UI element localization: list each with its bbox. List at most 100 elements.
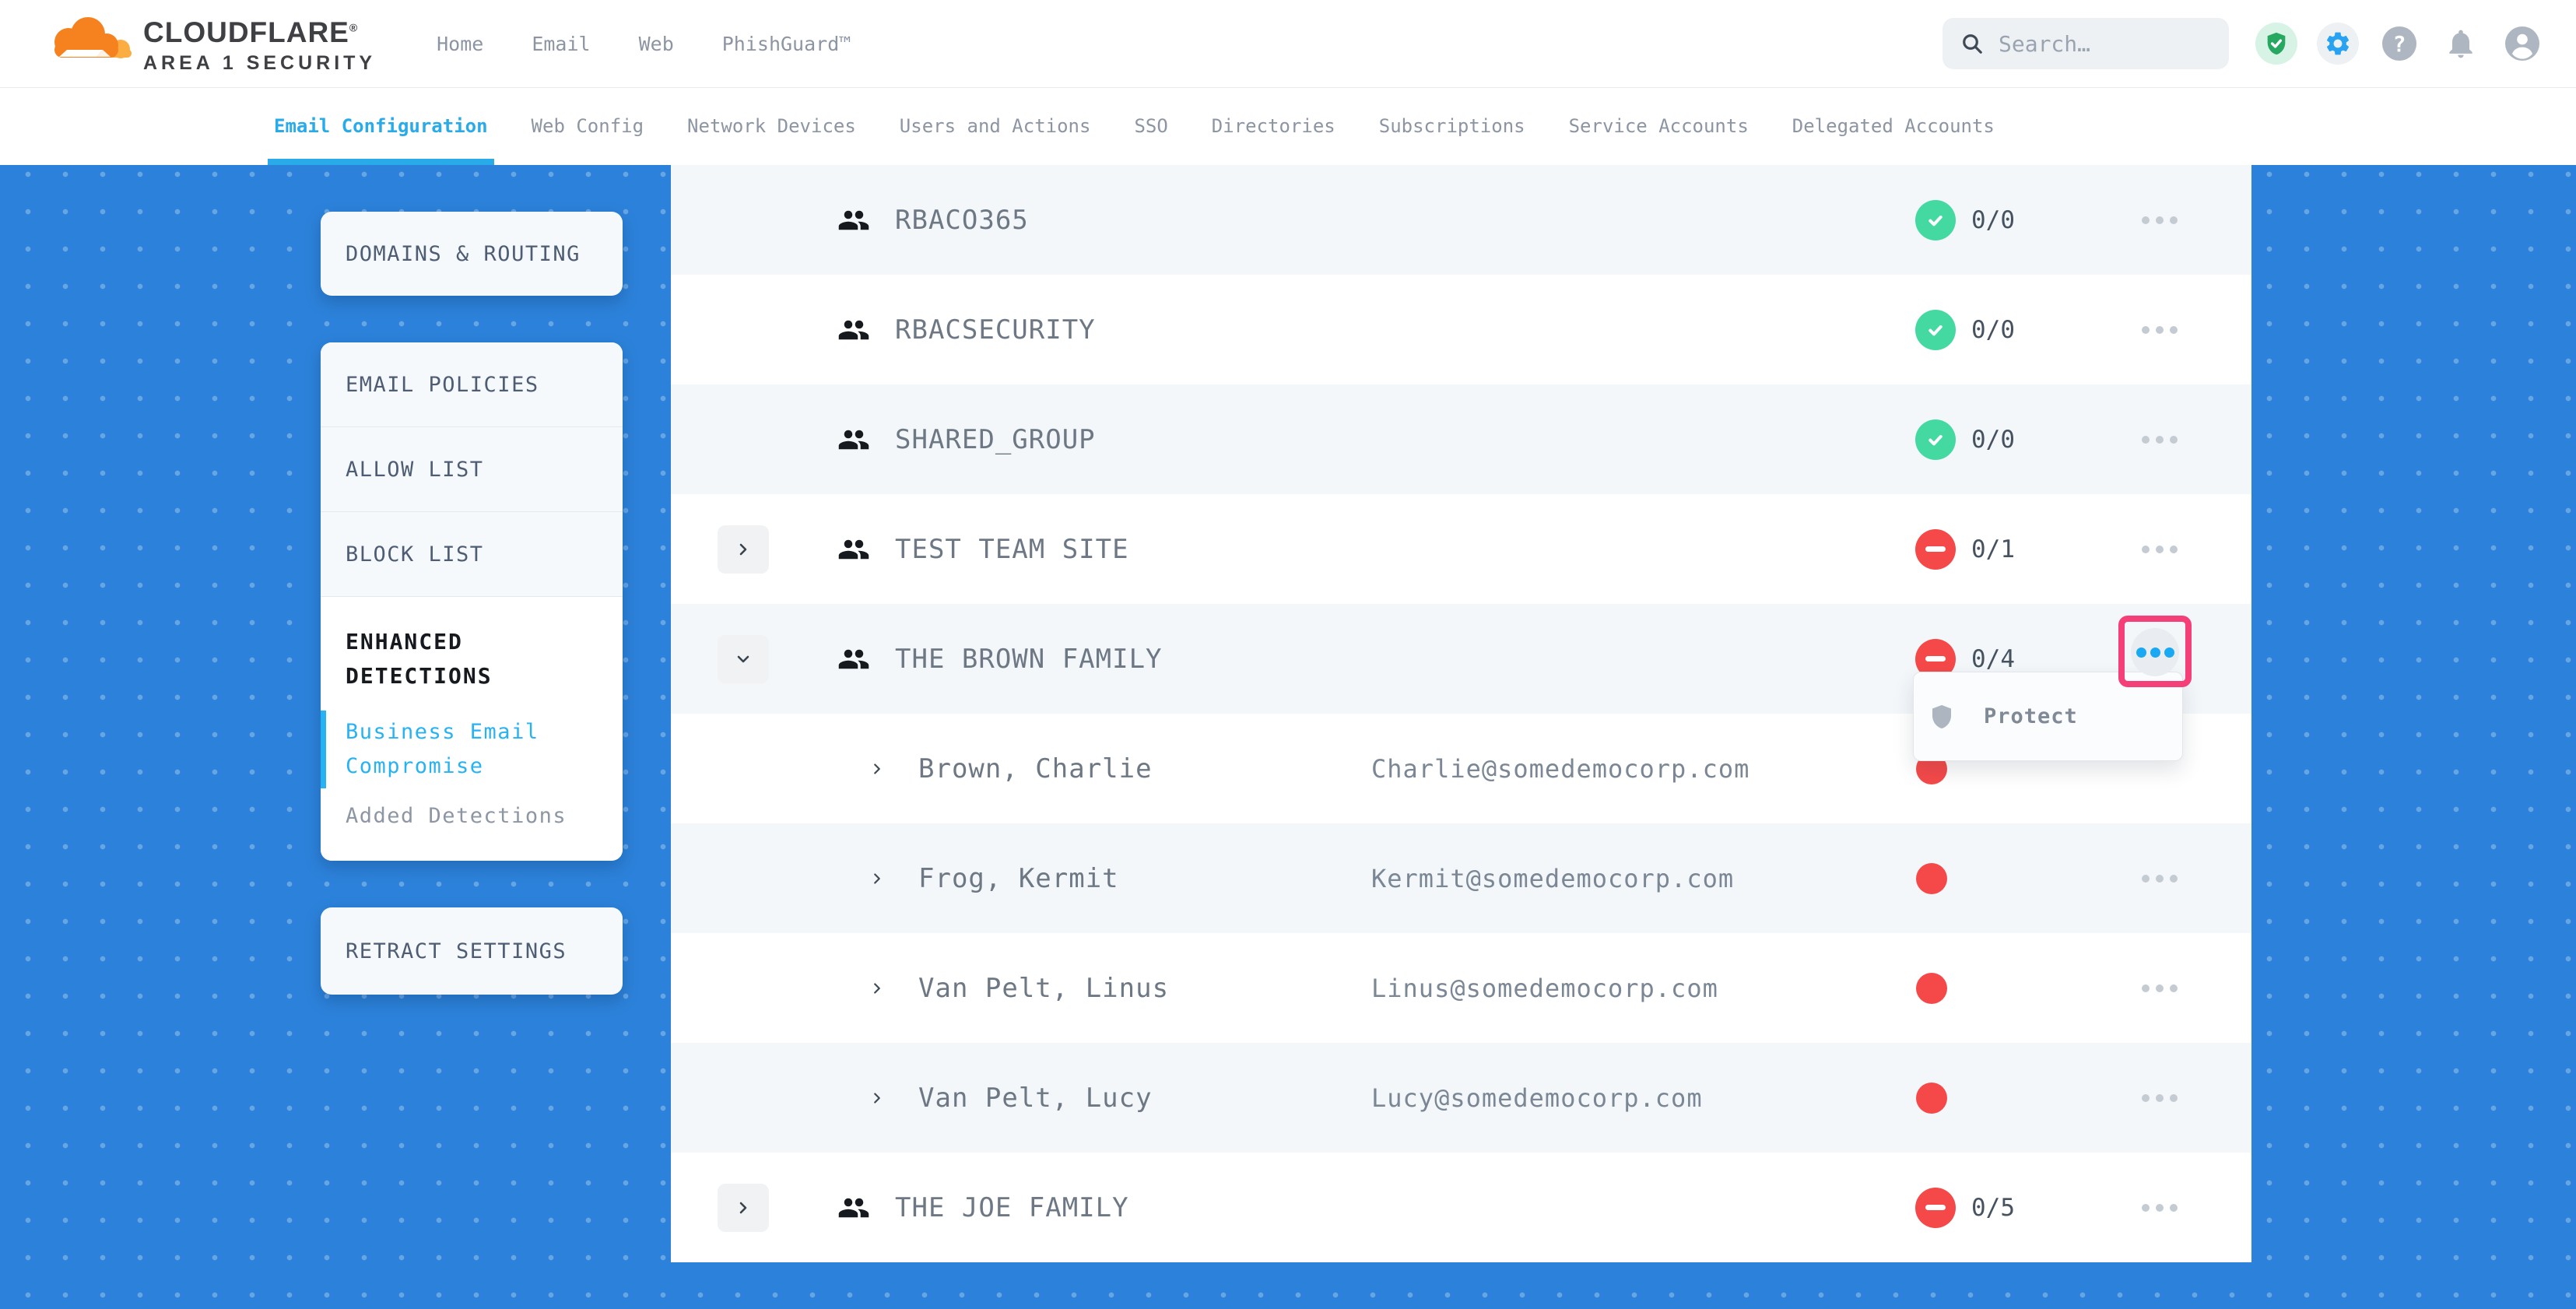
status-unprotected-dot [1916, 1083, 1947, 1114]
group-icon [837, 423, 870, 456]
group-row[interactable]: THE JOE FAMILY 0/5 [671, 1153, 2251, 1262]
group-icon [837, 1191, 870, 1224]
group-icon [837, 643, 870, 676]
sidebar-item-block-list[interactable]: BLOCK LIST [321, 512, 623, 597]
tab-users-and-actions[interactable]: Users and Actions [900, 87, 1091, 165]
group-row[interactable]: TEST TEAM SITE 0/1 [671, 494, 2251, 604]
sidebar-item-label: ALLOW LIST [346, 458, 484, 482]
status-unprotected-dot [1916, 973, 1947, 1004]
member-name: Frog, Kermit [918, 863, 1119, 894]
row-context-menu: Protect [1913, 672, 2183, 761]
sidebar-item-label: BLOCK LIST [346, 542, 484, 567]
group-row[interactable]: RBACSECURITY 0/0 [671, 275, 2251, 384]
sidebar-item-domains-routing[interactable]: DOMAINS & ROUTING [321, 212, 623, 296]
protected-count: 0/1 [1971, 535, 2015, 563]
status-protected-icon [1915, 200, 1956, 240]
tab-email-configuration[interactable]: Email Configuration [274, 87, 488, 165]
chevron-right-icon [869, 760, 886, 777]
config-tabs: Email Configuration Web Config Network D… [0, 87, 2576, 165]
group-icon [837, 314, 870, 346]
member-email: Charlie@somedemocorp.com [1371, 754, 1750, 784]
member-email: Linus@somedemocorp.com [1371, 974, 1718, 1003]
chevron-right-icon [734, 1198, 753, 1217]
nav-email[interactable]: Email [532, 33, 590, 55]
account-icon[interactable] [2501, 23, 2543, 65]
registered-mark: ® [349, 21, 358, 33]
status-unprotected-icon [1915, 529, 1956, 570]
search-input[interactable] [1997, 30, 2212, 58]
tab-sso[interactable]: SSO [1134, 87, 1167, 165]
nav-web[interactable]: Web [639, 33, 674, 55]
row-menu-button[interactable] [2139, 318, 2181, 342]
tab-service-accounts[interactable]: Service Accounts [1569, 87, 1749, 165]
sidebar-item-retract-settings[interactable]: RETRACT SETTINGS [321, 907, 623, 995]
brand-subtitle: AREA 1 SECURITY [143, 54, 376, 73]
row-menu-button[interactable] [2139, 977, 2181, 1000]
chevron-down-icon [734, 650, 753, 669]
group-icon [837, 533, 870, 566]
protected-count: 0/0 [1971, 206, 2015, 234]
member-row[interactable]: Frog, Kermit Kermit@somedemocorp.com [671, 823, 2251, 933]
sidebar-item-enhanced-detections[interactable]: ENHANCED DETECTIONS [346, 625, 595, 693]
group-name: THE JOE FAMILY [895, 1192, 1129, 1223]
search-icon [1960, 31, 1985, 56]
sidebar-item-allow-list[interactable]: ALLOW LIST [321, 427, 623, 512]
status-unprotected-dot [1916, 863, 1947, 894]
group-name: RBACSECURITY [895, 314, 1096, 346]
member-name: Van Pelt, Linus [918, 973, 1169, 1004]
svg-text:?: ? [2393, 31, 2406, 57]
tab-subscriptions[interactable]: Subscriptions [1379, 87, 1525, 165]
protected-count: 0/0 [1971, 316, 2015, 344]
group-name: THE BROWN FAMILY [895, 644, 1163, 675]
member-email: Lucy@somedemocorp.com [1371, 1083, 1703, 1113]
tab-delegated-accounts[interactable]: Delegated Accounts [1792, 87, 1995, 165]
tab-network-devices[interactable]: Network Devices [687, 87, 856, 165]
header-nav: Home Email Web PhishGuard™ [437, 33, 851, 55]
sidebar-item-business-email-compromise[interactable]: Business Email Compromise [346, 715, 595, 784]
search-box[interactable] [1943, 18, 2229, 69]
cloudflare-logo[interactable]: CLOUDFLARE® AREA 1 SECURITY [40, 15, 376, 73]
top-header: CLOUDFLARE® AREA 1 SECURITY Home Email W… [0, 0, 2576, 87]
tab-web-config[interactable]: Web Config [532, 87, 644, 165]
group-row[interactable]: RBACO365 0/0 [671, 165, 2251, 275]
status-unprotected-icon [1915, 1188, 1956, 1228]
row-menu-button-active[interactable] [2131, 628, 2179, 676]
chevron-right-icon [869, 870, 886, 887]
bec-groups-table: RBACO365 0/0 RBACSECURITY 0/0 SHARED_G [671, 165, 2251, 1262]
sidebar-item-added-detections[interactable]: Added Detections [346, 804, 598, 828]
group-icon [837, 204, 870, 237]
group-name: RBACO365 [895, 205, 1029, 236]
expand-row-button[interactable] [718, 525, 769, 574]
brand-name: CLOUDFLARE [143, 16, 349, 48]
member-row[interactable]: Van Pelt, Lucy Lucy@somedemocorp.com [671, 1043, 2251, 1153]
settings-gear-icon[interactable] [2317, 23, 2359, 65]
expand-row-button[interactable] [718, 1184, 769, 1232]
nav-home[interactable]: Home [437, 33, 483, 55]
row-menu-button[interactable] [2139, 1196, 2181, 1220]
row-menu-button[interactable] [2139, 209, 2181, 232]
protected-count: 0/5 [1971, 1194, 2015, 1222]
protected-count: 0/4 [1971, 645, 2015, 673]
sidebar-item-label: EMAIL POLICIES [346, 373, 539, 397]
nav-phishguard[interactable]: PhishGuard™ [722, 33, 851, 55]
help-icon[interactable]: ? [2378, 23, 2420, 65]
sidebar-item-email-policies[interactable]: EMAIL POLICIES [321, 342, 623, 427]
group-row[interactable]: SHARED_GROUP 0/0 [671, 384, 2251, 494]
shield-check-icon[interactable] [2255, 23, 2297, 65]
collapse-row-button[interactable] [718, 635, 769, 683]
shield-icon [1928, 703, 1956, 731]
row-menu-button[interactable] [2139, 867, 2181, 890]
member-name: Brown, Charlie [918, 753, 1153, 784]
member-email: Kermit@somedemocorp.com [1371, 864, 1734, 893]
group-name: TEST TEAM SITE [895, 534, 1129, 565]
member-row[interactable]: Van Pelt, Linus Linus@somedemocorp.com [671, 933, 2251, 1043]
row-menu-button[interactable] [2139, 1086, 2181, 1110]
row-menu-button[interactable] [2139, 538, 2181, 561]
row-menu-button[interactable] [2139, 428, 2181, 451]
cloudflare-cloud-icon [40, 15, 134, 63]
notifications-bell-icon[interactable] [2440, 23, 2482, 65]
group-name: SHARED_GROUP [895, 424, 1096, 455]
sidebar-section-enhanced-detections: ENHANCED DETECTIONS Business Email Compr… [321, 597, 623, 861]
menu-item-protect[interactable]: Protect [1984, 704, 2078, 728]
tab-directories[interactable]: Directories [1212, 87, 1335, 165]
